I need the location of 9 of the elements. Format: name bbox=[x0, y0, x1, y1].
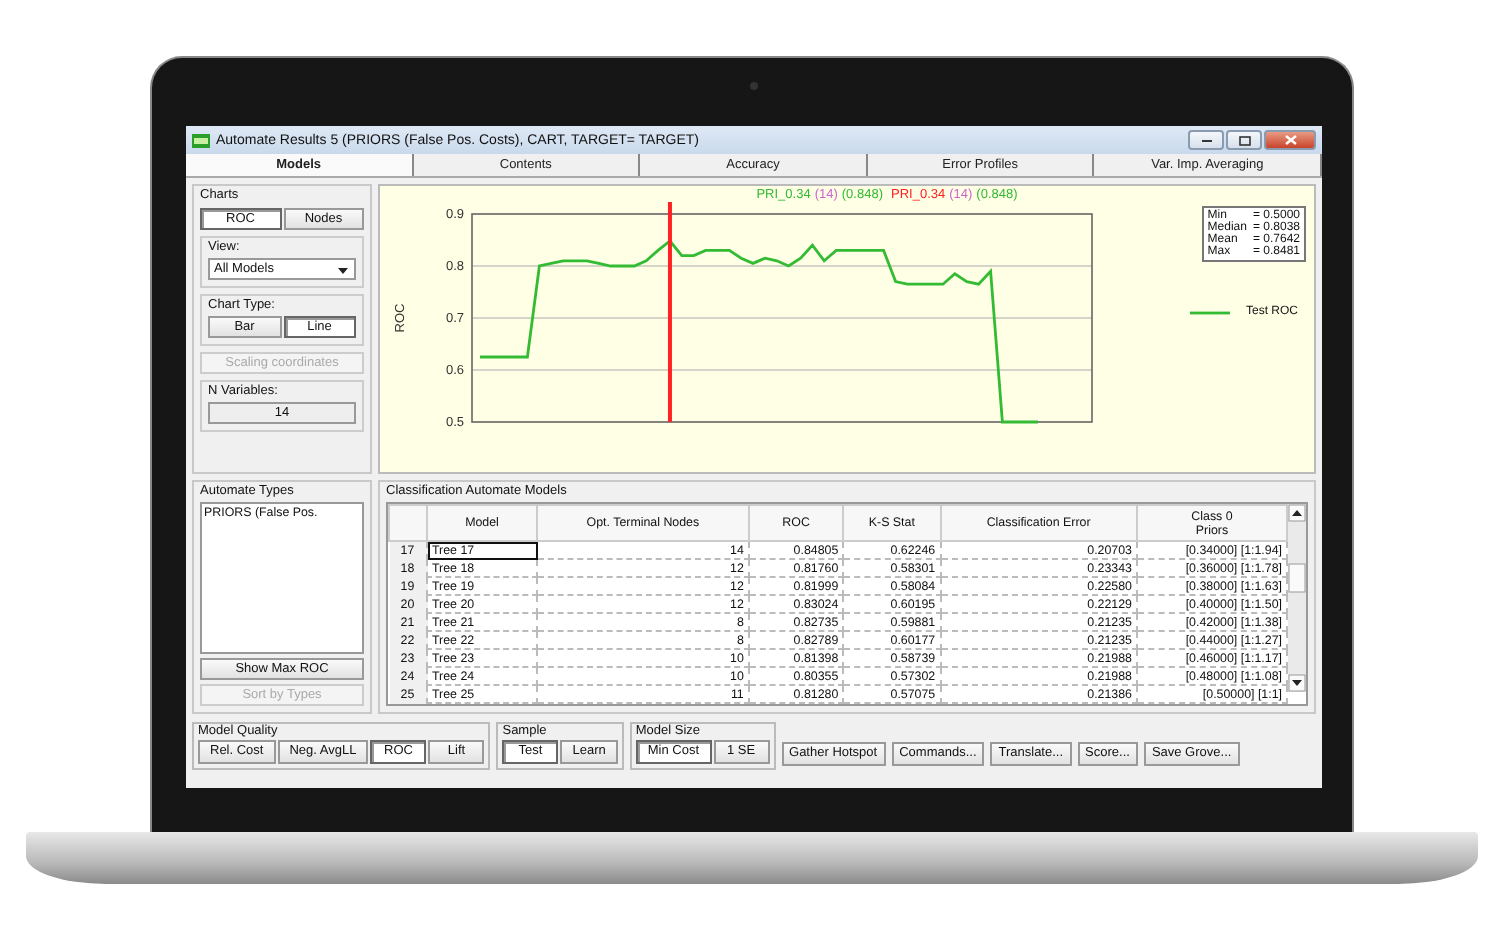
close-button[interactable] bbox=[1264, 130, 1316, 150]
app-icon bbox=[192, 133, 210, 147]
maximize-button[interactable] bbox=[1226, 130, 1262, 150]
minimize-icon bbox=[1199, 136, 1213, 144]
minimize-button[interactable] bbox=[1188, 130, 1224, 150]
maximize-icon bbox=[1237, 135, 1251, 145]
dropdown-arrow-icon bbox=[336, 263, 350, 275]
vertical-scrollbar[interactable] bbox=[1288, 504, 1306, 692]
close-icon bbox=[1283, 134, 1297, 146]
